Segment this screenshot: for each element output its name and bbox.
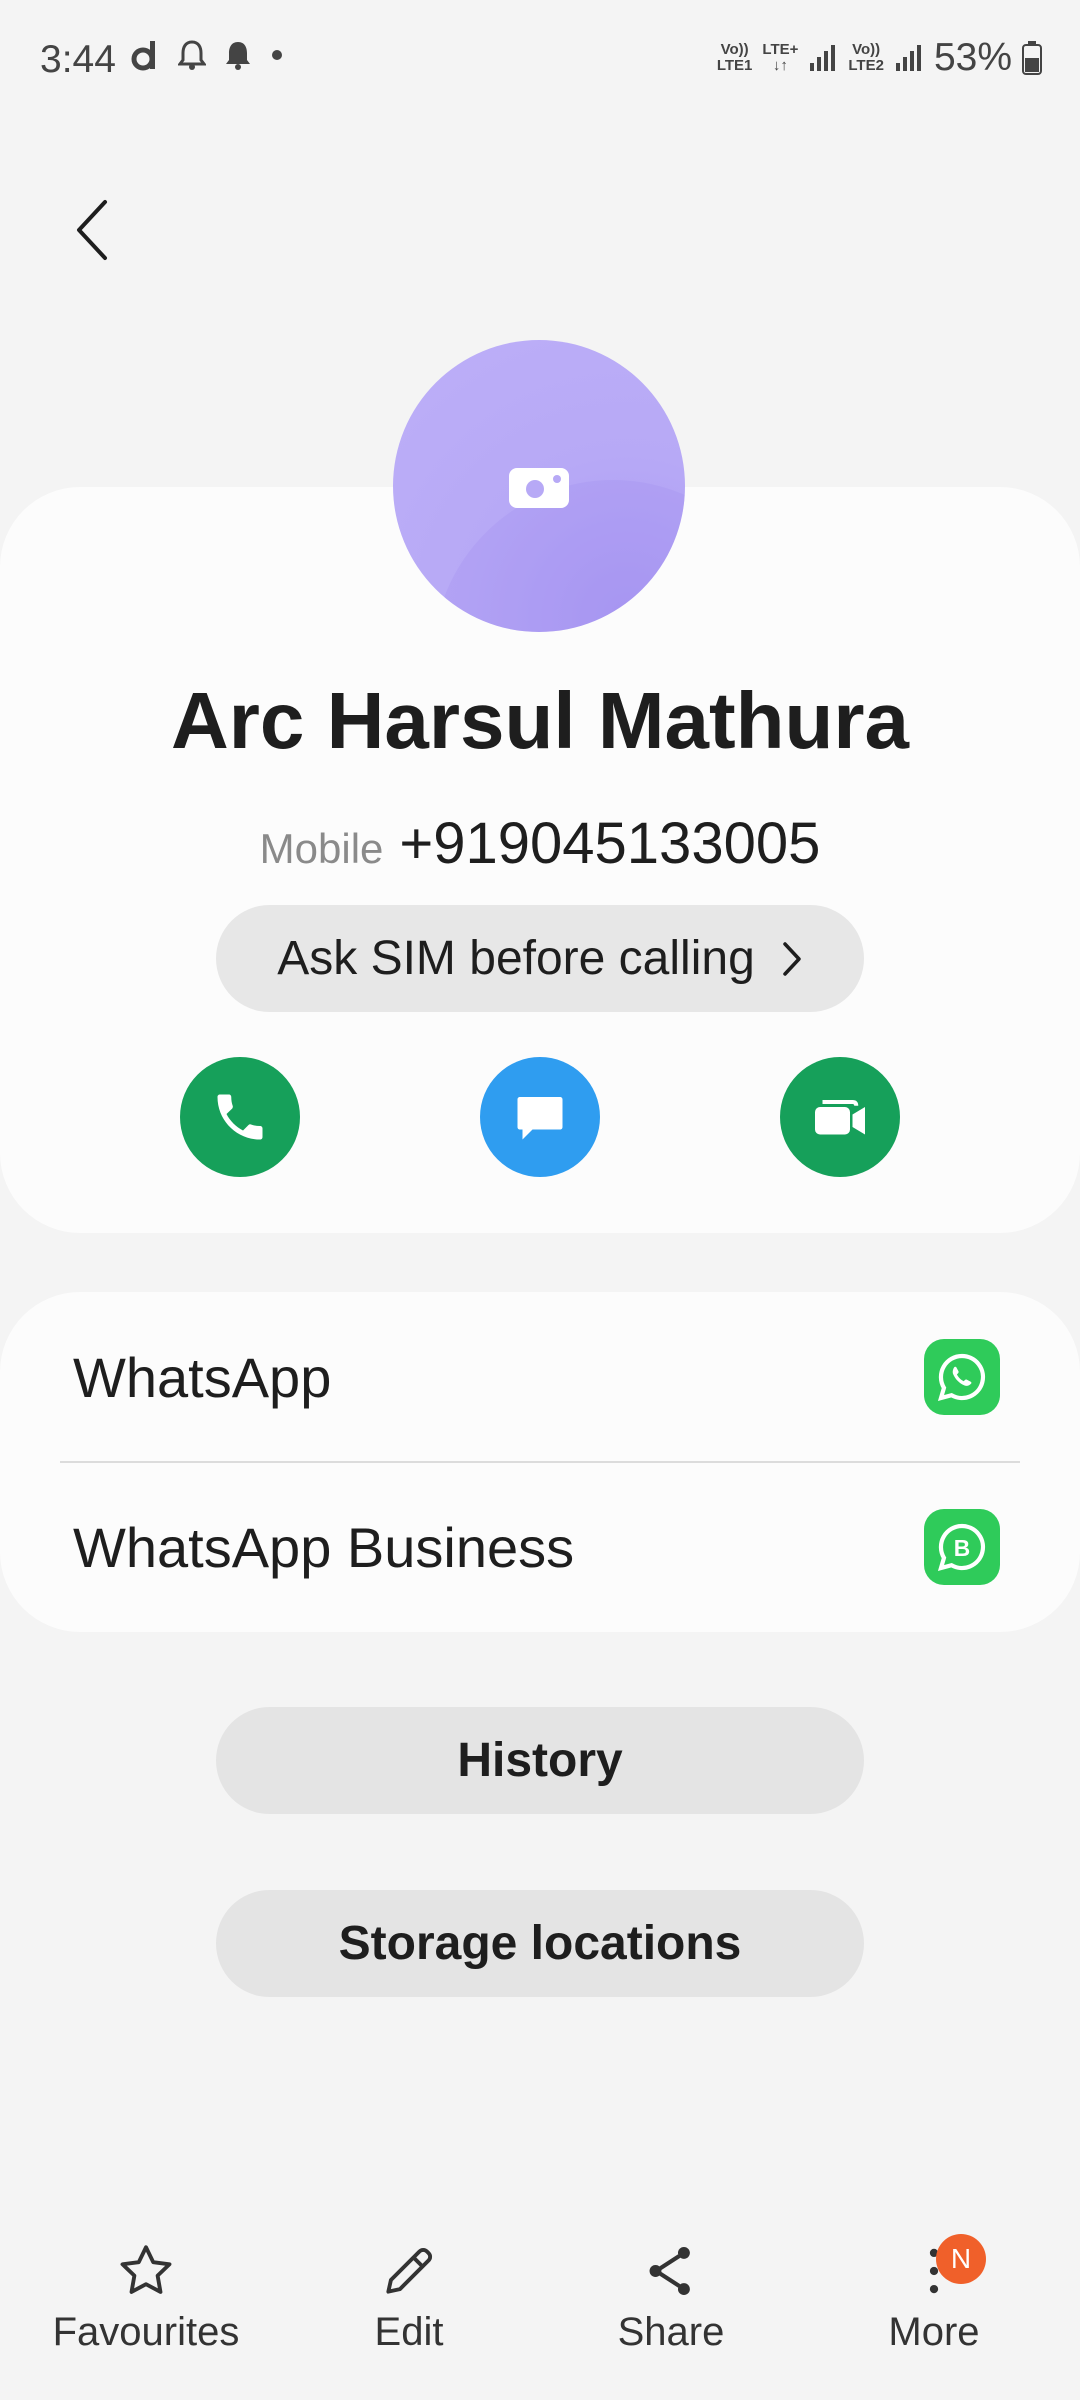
volte-lte1-icon: Vo)) LTE1 [716, 41, 753, 74]
chevron-left-icon [77, 200, 107, 260]
lte-plus-icon: LTE+ ↓↑ [762, 41, 799, 74]
battery-percent: 53% [933, 36, 1012, 79]
favourites-button[interactable]: Favourites [16, 2240, 276, 2355]
more-button[interactable]: N More [804, 2234, 1064, 2355]
notification-badge: N [936, 2234, 986, 2284]
more-label: More [888, 2310, 980, 2354]
avatar[interactable] [393, 340, 685, 632]
pencil-icon [386, 2248, 432, 2294]
camera-icon [509, 468, 569, 508]
phone-row[interactable]: Mobile +919045133005 [0, 810, 1080, 877]
app-row-whatsapp-business[interactable]: WhatsApp Business B [0, 1462, 1080, 1632]
edit-label: Edit [374, 2310, 444, 2354]
video-call-button[interactable] [780, 1057, 900, 1177]
edit-button[interactable]: Edit [279, 2240, 539, 2355]
status-right: Vo)) LTE1 LTE+ ↓↑ Vo)) LTE2 53% [717, 36, 1042, 80]
phone-icon [217, 1094, 263, 1140]
app-label: WhatsApp [73, 1345, 332, 1409]
back-button[interactable] [58, 190, 128, 270]
bell-filled-icon [226, 42, 250, 70]
chevron-right-icon [783, 941, 801, 976]
whatsapp-business-icon[interactable]: B [924, 1509, 1000, 1585]
notification-icons [130, 38, 284, 72]
bottom-action-bar: Favourites Edit Share N More [0, 2234, 1080, 2400]
signal-icon [895, 45, 921, 71]
phone-type-label: Mobile [259, 825, 384, 872]
linked-apps-card: WhatsApp WhatsApp Business B [0, 1292, 1080, 1632]
history-button[interactable]: History [216, 1707, 864, 1814]
bell-outline-icon [178, 40, 206, 70]
message-icon [517, 1097, 563, 1140]
share-label: Share [617, 2310, 725, 2354]
favourites-label: Favourites [52, 2310, 240, 2354]
svg-text:B: B [954, 1535, 970, 1561]
status-bar: 3:44 Vo)) LTE1 LTE+ ↓↑ Vo)) LTE2 53% [0, 0, 1080, 120]
star-icon [120, 2245, 172, 2294]
volte-lte2-icon: Vo)) LTE2 [848, 41, 884, 74]
dot-icon [272, 50, 282, 60]
contact-name: Arc Harsul Mathura [171, 676, 909, 765]
share-icon [649, 2246, 690, 2296]
call-button[interactable] [180, 1057, 300, 1177]
app-row-whatsapp[interactable]: WhatsApp [0, 1292, 1080, 1462]
share-button[interactable]: Share [541, 2240, 801, 2355]
signal-icon [810, 45, 836, 71]
storage-locations-button[interactable]: Storage locations [216, 1890, 864, 1997]
phone-number[interactable]: +919045133005 [399, 810, 820, 877]
whatsapp-icon[interactable] [924, 1339, 1000, 1415]
d-app-icon [131, 41, 155, 71]
message-button[interactable] [480, 1057, 600, 1177]
sim-select-label: Ask SIM before calling [277, 932, 755, 985]
contact-details-screen: 3:44 Vo)) LTE1 LTE+ ↓↑ Vo)) LTE2 53% Arc Ha… [0, 0, 1080, 2400]
app-label: WhatsApp Business [73, 1515, 575, 1579]
status-time: 3:44 [40, 38, 116, 81]
sim-select-button[interactable]: Ask SIM before calling [216, 905, 864, 1012]
battery-icon [1022, 41, 1042, 75]
video-call-icon [815, 1100, 865, 1135]
